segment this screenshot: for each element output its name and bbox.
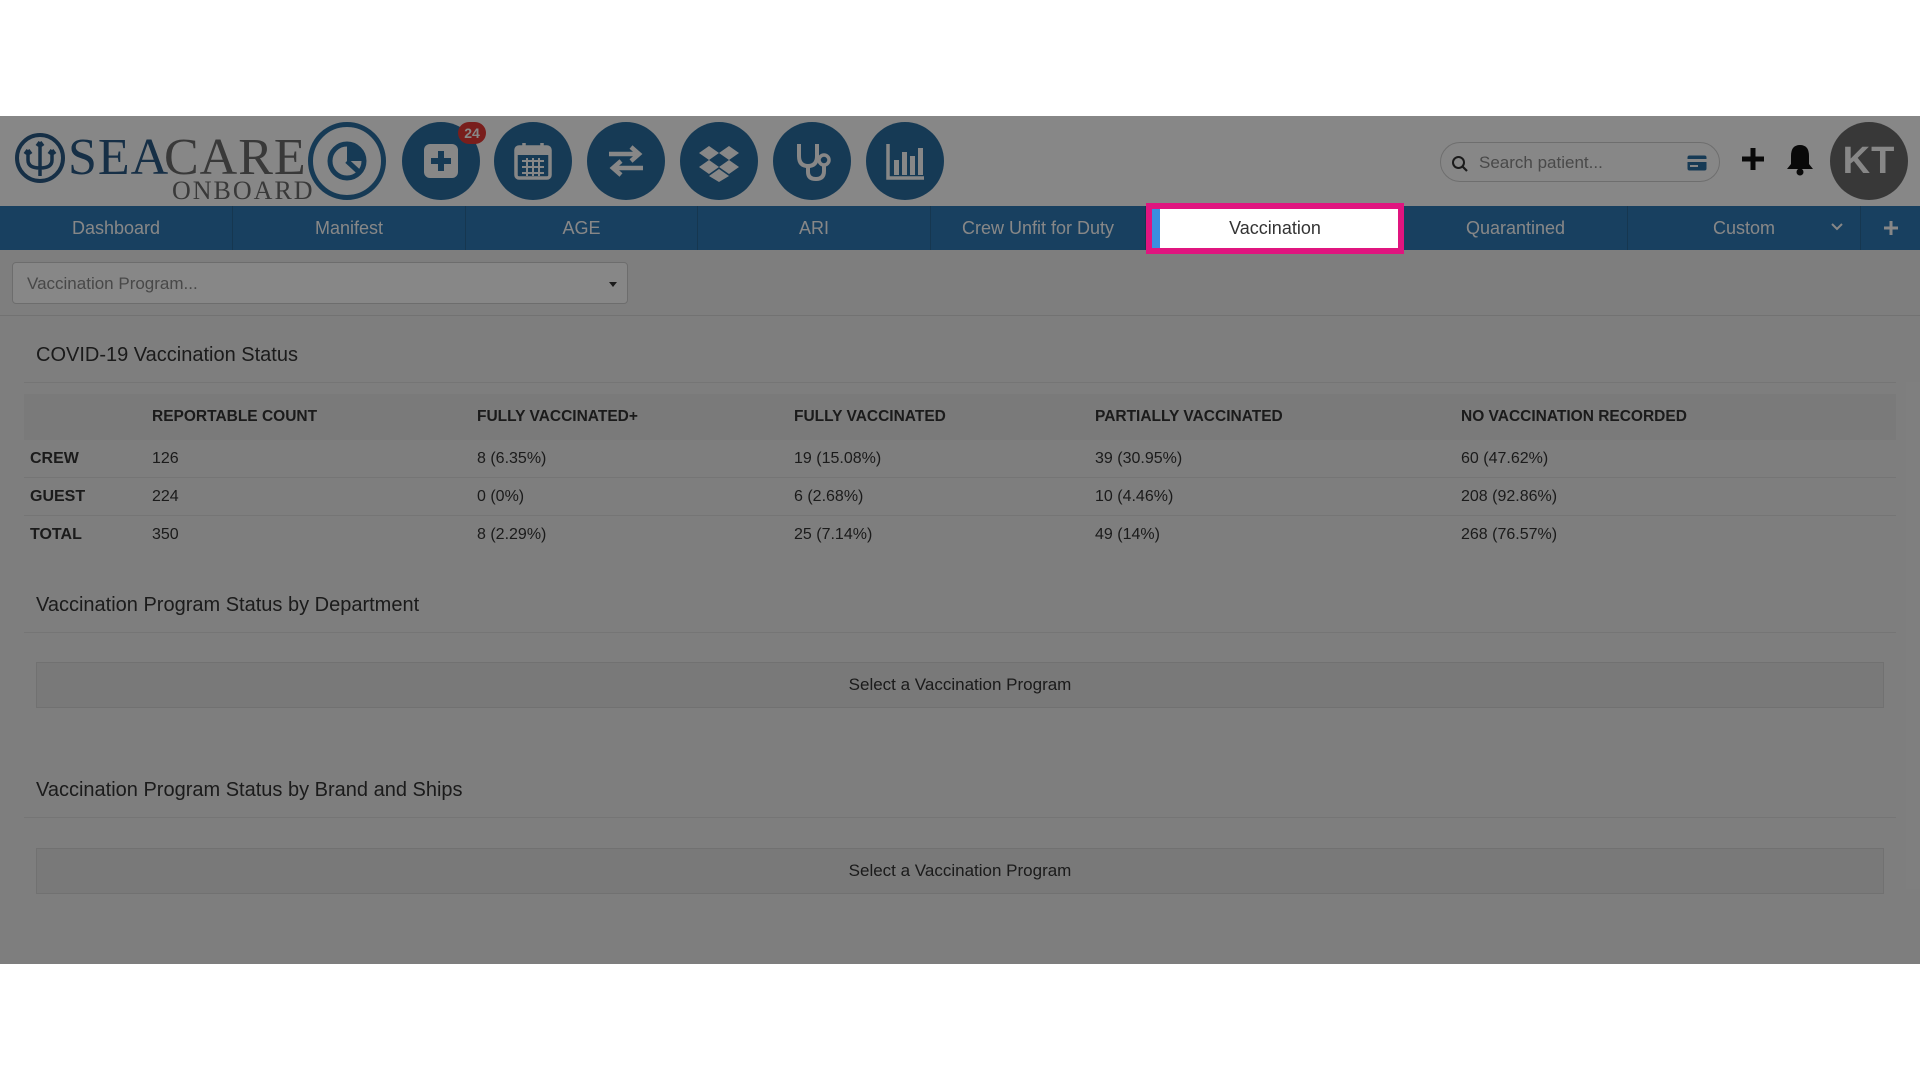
tab-label: AGE	[562, 217, 601, 238]
tab-label: Dashboard	[71, 217, 161, 238]
top-bar: SEA CARE ONBOARD 24 Search patient... KT	[0, 116, 1920, 206]
table-cell: 8 (2.29%)	[477, 525, 547, 543]
department-empty-state: Select a Vaccination Program	[36, 662, 1884, 708]
column-header: NO VACCINATION RECORDED	[1461, 408, 1687, 425]
transfer-button[interactable]	[587, 122, 665, 200]
tab-dashboard[interactable]: Dashboard	[0, 206, 233, 250]
table-cell: 0 (0%)	[477, 477, 794, 516]
tab-custom[interactable]: Custom	[1628, 206, 1861, 250]
tab-label: Custom	[1712, 217, 1775, 238]
divider	[24, 382, 1896, 383]
dropbox-button[interactable]	[680, 122, 758, 200]
column-header: FULLY VACCINATED+	[477, 408, 638, 425]
new-visit-button[interactable]: 24	[402, 122, 486, 200]
caret-down-icon	[609, 282, 617, 287]
row-label: TOTAL	[30, 525, 82, 543]
plus-icon	[1883, 221, 1898, 235]
column-header	[24, 394, 152, 440]
medical-plus-icon	[424, 144, 458, 178]
table-cell: 49 (14%)	[1095, 525, 1160, 543]
dashboard-chart-button[interactable]	[308, 122, 386, 200]
calendar-icon	[514, 143, 552, 180]
tab-crew-unfit-for-duty[interactable]: Crew Unfit for Duty	[931, 206, 1146, 250]
table-cell: 39 (30.95%)	[1095, 440, 1461, 478]
vaccination-program-select[interactable]: Vaccination Program...	[12, 262, 628, 304]
id-card-scan-icon[interactable]	[1687, 155, 1707, 171]
table-cell: 224	[152, 477, 477, 516]
notification-count-badge: 24	[458, 122, 486, 144]
covid-section-title: COVID-19 Vaccination Status	[36, 344, 298, 366]
column-header: FULLY VACCINATED	[794, 408, 946, 425]
tab-age[interactable]: AGE	[466, 206, 698, 250]
add-icon[interactable]	[1738, 144, 1768, 174]
tab-label: Crew Unfit for Duty	[961, 217, 1115, 238]
dropbox-icon	[699, 146, 739, 182]
spotlight-highlight-frame	[1146, 203, 1404, 254]
reports-button[interactable]	[866, 122, 944, 200]
logo-text-onboard: ONBOARD	[172, 176, 315, 205]
table-cell: 126	[152, 440, 477, 478]
trident-logo-icon	[15, 133, 65, 183]
table-row: TOTAL 350 8 (2.29%) 25 (7.14%) 49 (14%) …	[24, 516, 1896, 554]
app-window: SEA CARE ONBOARD 24 Search patient... KT…	[0, 116, 1920, 964]
table-row: GUEST 224 0 (0%) 6 (2.68%) 10 (4.46%) 20…	[24, 477, 1896, 516]
search-input[interactable]	[1477, 149, 1681, 177]
dashboard-tabs: Dashboard Manifest AGE ARI Crew Unfit fo…	[0, 206, 1920, 250]
brand-ships-section-title: Vaccination Program Status by Brand and …	[36, 779, 463, 801]
transfer-arrows-icon	[609, 145, 643, 177]
tab-ari[interactable]: ARI	[698, 206, 931, 250]
department-section-title: Vaccination Program Status by Department	[36, 594, 420, 616]
row-label: GUEST	[24, 477, 152, 516]
tab-label: ARI	[798, 217, 829, 238]
table-cell: 25 (7.14%)	[794, 525, 873, 543]
notification-bell-icon[interactable]	[1784, 142, 1816, 176]
bar-chart-icon	[886, 144, 924, 180]
tab-quarantined[interactable]: Quarantined	[1404, 206, 1628, 250]
pie-chart-icon	[327, 141, 367, 181]
add-tab-button[interactable]	[1861, 206, 1920, 250]
brand-ships-empty-state: Select a Vaccination Program	[36, 848, 1884, 894]
divider	[24, 817, 1896, 818]
tab-label: Quarantined	[1465, 217, 1566, 238]
table-cell: 8 (6.35%)	[477, 440, 794, 478]
select-placeholder: Vaccination Program...	[27, 274, 198, 293]
table-cell: 6 (2.68%)	[794, 477, 1095, 516]
row-label: CREW	[24, 440, 152, 478]
user-avatar[interactable]: KT	[1830, 122, 1908, 200]
search-icon	[1452, 156, 1468, 172]
table-cell: 268 (76.57%)	[1461, 525, 1558, 543]
divider	[24, 632, 1896, 633]
covid-status-table: REPORTABLE COUNT FULLY VACCINATED+ FULLY…	[24, 394, 1896, 553]
tab-label: Manifest	[314, 217, 384, 238]
chevron-down-icon[interactable]	[1830, 220, 1844, 234]
seacare-logo[interactable]: SEA CARE ONBOARD	[14, 124, 313, 205]
logo-text-sea: SEA	[68, 129, 170, 186]
column-header: REPORTABLE COUNT	[152, 408, 318, 425]
column-header: PARTIALLY VACCINATED	[1095, 408, 1283, 425]
table-cell: 350	[152, 525, 179, 543]
table-header-row: REPORTABLE COUNT FULLY VACCINATED+ FULLY…	[24, 394, 1896, 440]
stethoscope-icon	[797, 144, 831, 182]
patient-search[interactable]	[1440, 142, 1720, 182]
table-cell: 19 (15.08%)	[794, 440, 1095, 478]
tab-manifest[interactable]: Manifest	[233, 206, 466, 250]
table-row: CREW 126 8 (6.35%) 19 (15.08%) 39 (30.95…	[24, 440, 1896, 478]
table-cell: 10 (4.46%)	[1095, 477, 1461, 516]
table-cell: 208 (92.86%)	[1461, 477, 1896, 516]
calendar-button[interactable]	[494, 122, 572, 200]
table-cell: 60 (47.62%)	[1461, 440, 1896, 478]
stethoscope-button[interactable]	[773, 122, 851, 200]
filter-bar: Vaccination Program...	[0, 250, 1920, 316]
